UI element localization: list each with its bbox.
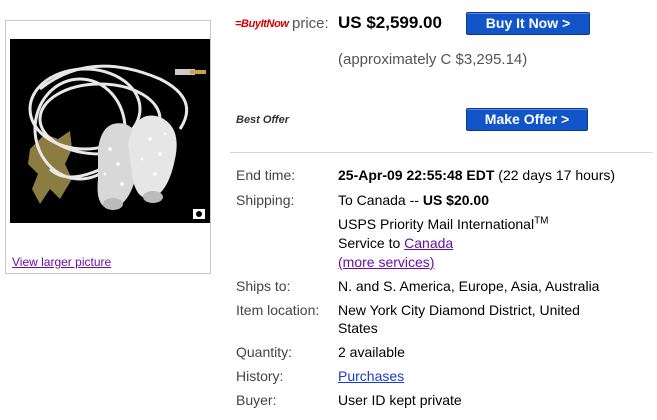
buy-it-now-button[interactable]: Buy It Now >	[466, 12, 590, 35]
item-location-line2: States	[338, 320, 378, 336]
buy-it-now-logo-buy: =Buy	[235, 18, 261, 30]
service-to-text: Service to	[338, 235, 405, 251]
price-value: US $2,599.00	[338, 13, 442, 32]
shipping-destination: To Canada --	[338, 192, 423, 208]
service-to-canada-link[interactable]: Canada	[404, 235, 453, 251]
item-photo[interactable]	[10, 39, 210, 223]
view-larger-picture-link[interactable]: View larger picture	[12, 255, 111, 269]
section-divider	[230, 152, 653, 153]
history-label: History:	[236, 368, 284, 384]
buyer-value: User ID kept private	[338, 392, 462, 408]
shipping-label: Shipping:	[236, 192, 295, 208]
end-time-remaining: (22 days 17 hours)	[498, 167, 616, 183]
more-services-link[interactable]: (more services)	[338, 254, 434, 270]
quantity-label: Quantity:	[236, 344, 293, 360]
shipping-service-name: USPS Priority Mail International	[338, 216, 535, 232]
make-offer-button[interactable]: Make Offer >	[466, 108, 588, 131]
purchases-history-link[interactable]: Purchases	[338, 368, 404, 384]
best-offer-label: Best Offer	[236, 114, 289, 126]
end-time-value: 25-Apr-09 22:55:48 EDT (22 days 17 hours…	[338, 167, 615, 183]
buy-it-now-logo: =BuyItNow	[235, 18, 289, 30]
ships-to-label: Ships to:	[236, 278, 291, 294]
price-label: price:	[292, 15, 329, 32]
buyer-label: Buyer:	[236, 392, 277, 408]
end-time-label: End time:	[236, 167, 296, 183]
service-to: Service to Canada	[338, 235, 453, 251]
shipping-value: To Canada -- US $20.00	[338, 192, 489, 208]
shipping-service: USPS Priority Mail InternationalTM	[338, 216, 549, 232]
approximate-price: (approximately C $3,295.14)	[338, 51, 528, 68]
quantity-value: 2 available	[338, 344, 405, 360]
item-location-line1: New York City Diamond District, United	[338, 302, 580, 318]
trademark-mark: TM	[534, 215, 549, 227]
ships-to-value: N. and S. America, Europe, Asia, Austral…	[338, 278, 600, 294]
end-time-date: 25-Apr-09 22:55:48 EDT	[338, 167, 495, 183]
buy-it-now-logo-now: Now	[266, 18, 289, 30]
item-picture-box: View larger picture	[5, 20, 211, 274]
shipping-cost: US $20.00	[422, 192, 489, 208]
item-location-label: Item location:	[236, 302, 320, 318]
